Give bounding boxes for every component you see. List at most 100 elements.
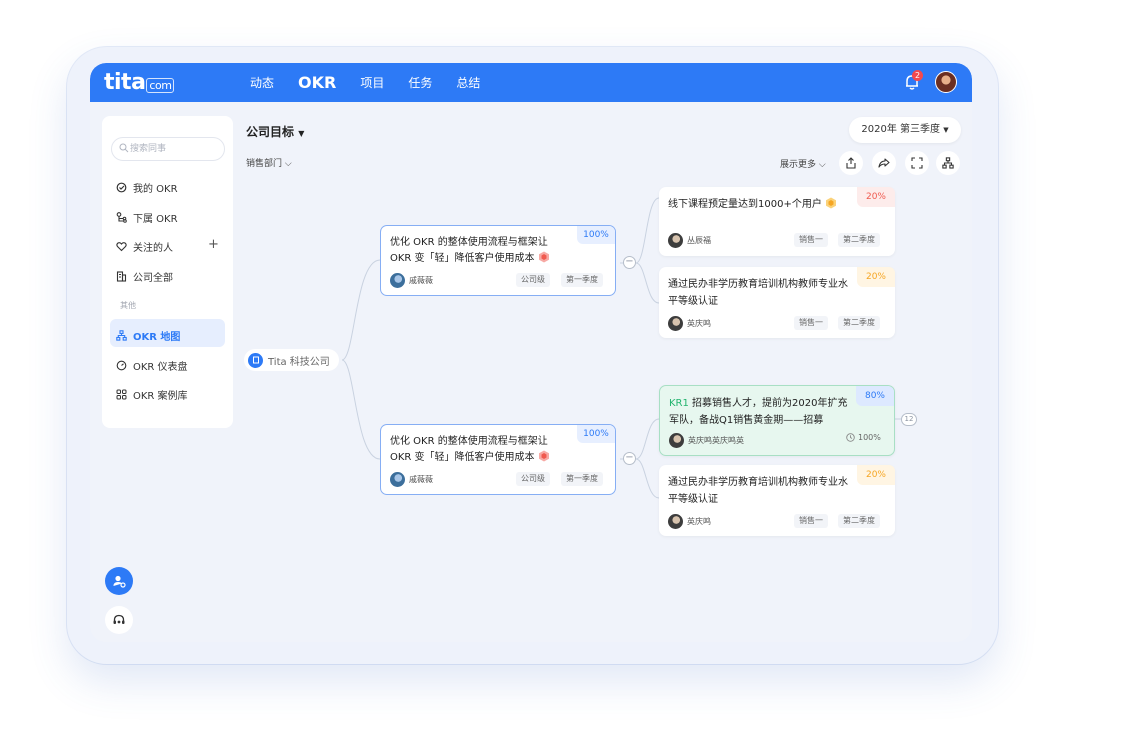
- user-settings-button[interactable]: [105, 567, 133, 595]
- level-tag: 公司级: [516, 472, 550, 486]
- sidebar: 搜索同事 我的 OKR 下属 OKR 关注的人 + 公司全部 其他 OKR 地图…: [102, 116, 233, 428]
- kr-label: KR1: [669, 398, 689, 409]
- add-followed-button[interactable]: +: [208, 237, 219, 252]
- collapse-toggle[interactable]: −: [623, 452, 636, 465]
- sidebar-item-okr-cases[interactable]: OKR 案例库: [116, 387, 188, 402]
- grid-icon: [116, 389, 127, 400]
- avatar: [668, 514, 683, 529]
- key-result-title: 线下课程预定量达到1000+个用户: [668, 196, 858, 213]
- sidebar-item-okr-map[interactable]: OKR 地图: [116, 328, 180, 343]
- sidebar-item-subordinate-okr[interactable]: 下属 OKR: [116, 210, 178, 225]
- user-gear-icon: [113, 575, 126, 588]
- upload-icon: [846, 157, 856, 169]
- department-filter[interactable]: 销售部门 ⌵: [246, 156, 292, 169]
- org-chart-icon: [116, 330, 127, 341]
- objective-progress: 100%: [577, 425, 615, 443]
- avatar: [669, 433, 684, 448]
- key-result-owner[interactable]: 英庆鸣英庆鸣英: [669, 433, 744, 448]
- chevron-down-icon: ⌵: [818, 160, 826, 170]
- nav-item-summary[interactable]: 总结: [456, 74, 480, 91]
- collapse-toggle[interactable]: −: [623, 256, 636, 269]
- key-result-progress: 20%: [857, 465, 895, 485]
- sidebar-item-company[interactable]: 公司全部: [116, 269, 173, 284]
- nav-item-project[interactable]: 项目: [360, 74, 384, 91]
- subordinate-icon: [116, 212, 127, 223]
- child-count-badge[interactable]: 12: [901, 413, 917, 426]
- key-result-title: 通过民办非学历教育培训机构教师专业水 平等级认证: [668, 477, 848, 505]
- quarter-tag: 第二季度: [838, 316, 880, 330]
- quarter-tag: 第一季度: [561, 472, 603, 486]
- app-window: tita com 动态 OKR 项目 任务 总结 2 搜索同事 我的 OKR 下属…: [90, 63, 972, 642]
- search-icon: [119, 143, 129, 153]
- objective-owner[interactable]: 戚薇薇: [390, 472, 433, 487]
- structure-button[interactable]: [936, 151, 960, 175]
- clock-icon: [846, 433, 855, 442]
- headset-icon: [113, 614, 125, 624]
- key-result-card[interactable]: 线下课程预定量达到1000+个用户 20% 丛辰福 销售一 第二季度: [659, 187, 895, 256]
- root-company-node[interactable]: Tita 科技公司: [244, 349, 339, 371]
- avatar: [668, 233, 683, 248]
- objective-title: 优化 OKR 的整体使用流程与框架让 OKR 变「轻」降低客户使用成本: [390, 237, 549, 264]
- objective-title: 优化 OKR 的整体使用流程与框架让 OKR 变「轻」降低客户使用成本: [390, 436, 549, 463]
- objective-owner[interactable]: 戚薇薇: [390, 273, 433, 288]
- quarter-tag: 第二季度: [838, 514, 880, 528]
- chevron-down-icon: ▼: [943, 126, 949, 134]
- sidebar-group-label: 其他: [120, 301, 136, 310]
- avatar: [668, 316, 683, 331]
- avatar: [390, 273, 405, 288]
- key-result-completion: 100%: [846, 433, 881, 442]
- quarter-tag: 第二季度: [838, 233, 880, 247]
- sidebar-item-followed[interactable]: 关注的人: [116, 239, 173, 254]
- key-result-owner[interactable]: 英庆鸣: [668, 316, 711, 331]
- top-navigation-bar: tita com 动态 OKR 项目 任务 总结 2: [90, 63, 972, 102]
- target-icon: [116, 182, 127, 193]
- org-chart-icon: [942, 157, 954, 169]
- fullscreen-button[interactable]: [905, 151, 929, 175]
- objective-card[interactable]: 优化 OKR 的整体使用流程与框架让 OKR 变「轻」降低客户使用成本 100% …: [380, 424, 616, 495]
- key-result-title: KR1 招募销售人才，提前为2020年扩充 军队，备战Q1销售黄金期——招募: [669, 398, 848, 426]
- key-result-title: 通过民办非学历教育培训机构教师专业水 平等级认证: [668, 279, 848, 307]
- quarter-selector[interactable]: 2020年 第三季度 ▼: [849, 117, 961, 143]
- priority-hex-icon: [538, 251, 549, 263]
- dashboard-icon: [116, 360, 127, 371]
- priority-hex-icon: [538, 450, 549, 462]
- avatar: [390, 472, 405, 487]
- key-result-progress: 80%: [856, 386, 894, 406]
- nav-item-feed[interactable]: 动态: [250, 74, 274, 91]
- support-button[interactable]: [105, 606, 133, 634]
- objective-progress: 100%: [577, 226, 615, 244]
- objective-card[interactable]: 优化 OKR 的整体使用流程与框架让 OKR 变「轻」降低客户使用成本 100% …: [380, 225, 616, 296]
- chevron-down-icon: ⌵: [284, 159, 292, 169]
- department-tag: 销售一: [794, 233, 828, 247]
- tita-logo[interactable]: tita com: [104, 70, 175, 95]
- building-icon: [248, 352, 263, 368]
- building-icon: [116, 271, 127, 282]
- department-tag: 销售一: [794, 316, 828, 330]
- share-icon: [878, 158, 890, 168]
- user-avatar[interactable]: [935, 71, 957, 93]
- fullscreen-icon: [911, 157, 923, 169]
- share-button[interactable]: [872, 151, 896, 175]
- sidebar-item-okr-dashboard[interactable]: OKR 仪表盘: [116, 358, 188, 373]
- level-tag: 公司级: [516, 273, 550, 287]
- key-result-card-highlighted[interactable]: KR1 招募销售人才，提前为2020年扩充 军队，备战Q1销售黄金期——招募 80…: [659, 385, 895, 456]
- quarter-tag: 第一季度: [561, 273, 603, 287]
- nav-item-task[interactable]: 任务: [408, 74, 432, 91]
- main-nav: 动态 OKR 项目 任务 总结: [250, 63, 480, 102]
- heart-icon: [116, 242, 127, 252]
- show-more-button[interactable]: 展示更多 ⌵: [780, 157, 826, 170]
- department-tag: 销售一: [794, 514, 828, 528]
- key-result-progress: 20%: [857, 267, 895, 287]
- key-result-card[interactable]: 通过民办非学历教育培训机构教师专业水 平等级认证 20% 英庆鸣 销售一 第二季度: [659, 465, 895, 536]
- key-result-owner[interactable]: 丛辰福: [668, 233, 711, 248]
- search-input[interactable]: 搜索同事: [111, 137, 225, 161]
- page-title[interactable]: 公司目标 ▼: [246, 123, 304, 140]
- key-result-card[interactable]: 通过民办非学历教育培训机构教师专业水 平等级认证 20% 英庆鸣 销售一 第二季度: [659, 267, 895, 338]
- export-button[interactable]: [839, 151, 863, 175]
- chevron-down-icon: ▼: [298, 129, 305, 138]
- key-result-owner[interactable]: 英庆鸣: [668, 514, 711, 529]
- priority-hex-icon: [825, 197, 836, 209]
- notification-badge: 2: [912, 70, 923, 81]
- nav-item-okr[interactable]: OKR: [298, 73, 336, 92]
- sidebar-item-my-okr[interactable]: 我的 OKR: [116, 180, 178, 195]
